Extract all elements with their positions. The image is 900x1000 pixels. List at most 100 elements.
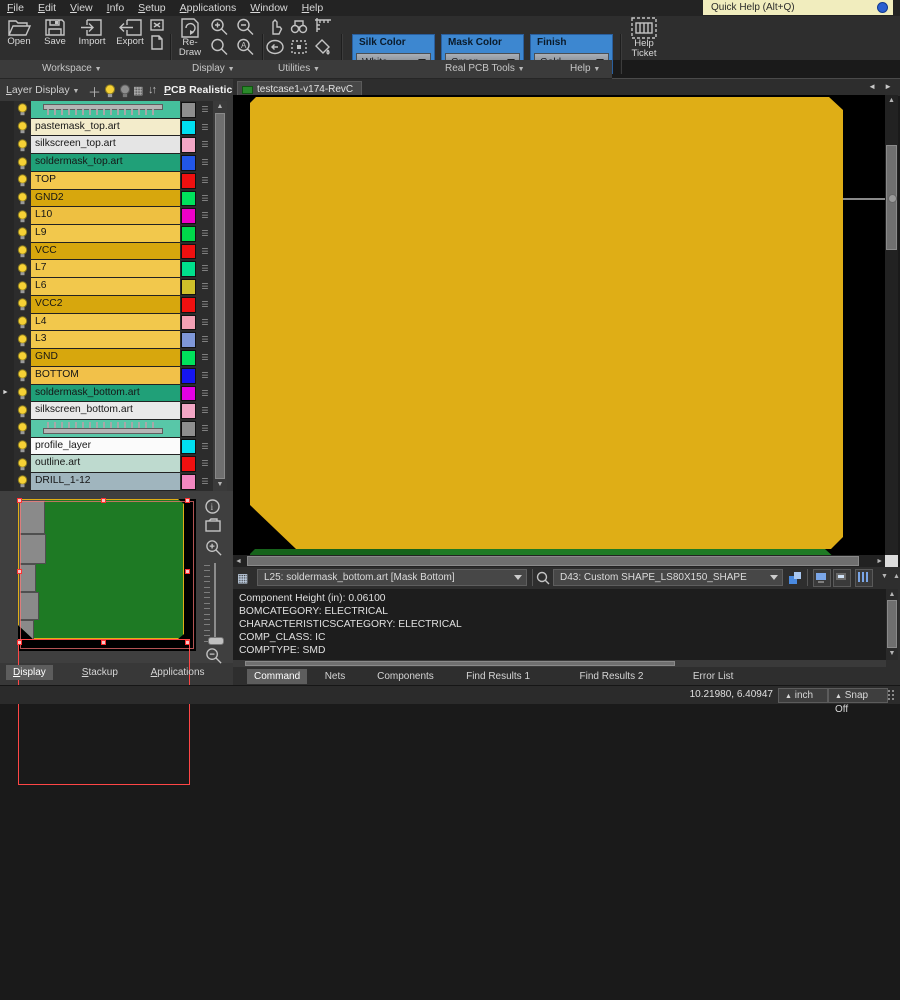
layer-row-pastemask_top.art[interactable]: pastemask_top.art☰ — [0, 119, 213, 137]
menu-info[interactable]: Info — [100, 2, 132, 14]
layer-name[interactable]: L10 — [31, 207, 180, 225]
layer-row-L4[interactable]: L4 ☰ — [0, 314, 213, 332]
layer-name[interactable]: L4 — [31, 314, 180, 332]
shape-edit-icon[interactable] — [787, 570, 803, 586]
layer-color-chip[interactable] — [181, 120, 196, 136]
layer-options-icon[interactable]: ☰ — [197, 207, 213, 225]
scrollbar-thumb[interactable] — [887, 600, 897, 648]
layer-name[interactable]: L6 — [31, 278, 180, 296]
layer-color-chip[interactable] — [181, 421, 196, 437]
statusbar-grip[interactable] — [888, 690, 890, 692]
active-shape-dropdown[interactable]: D43: Custom SHAPE_LS80X150_SHAPE — [553, 569, 783, 586]
layer-row-graphic-top[interactable]: ☰ — [0, 101, 213, 119]
panel-collapse-icon[interactable]: ▼ — [881, 573, 888, 580]
layer-options-icon[interactable]: ☰ — [197, 314, 213, 332]
selection-handle[interactable] — [101, 640, 106, 645]
layer-row-outline.art[interactable]: outline.art ☰ — [0, 455, 213, 473]
scroll-down-icon[interactable]: ▼ — [213, 480, 227, 490]
layer-options-icon[interactable]: ☰ — [197, 119, 213, 137]
layer-name[interactable]: soldermask_bottom.art — [31, 385, 180, 403]
layer-color-chip[interactable] — [181, 439, 196, 455]
layer-color-chip[interactable] — [181, 297, 196, 313]
layer-row-silkscreen_top.art[interactable]: silkscreen_top.art☰ — [0, 136, 213, 154]
layer-list-scrollbar[interactable]: ▲ ▼ — [213, 101, 227, 491]
layer-color-chip[interactable] — [181, 208, 196, 224]
layer-options-icon[interactable]: ☰ — [197, 154, 213, 172]
layer-visibility-bulb-icon[interactable] — [14, 101, 31, 119]
layer-options-icon[interactable]: ☰ — [197, 473, 213, 491]
layer-name[interactable]: silkscreen_bottom.art — [31, 402, 180, 420]
layer-color-chip[interactable] — [181, 368, 196, 384]
menu-setup[interactable]: Setup — [131, 2, 172, 14]
select-button[interactable] — [266, 18, 288, 36]
layer-visibility-bulb-icon[interactable] — [14, 331, 31, 349]
layer-row-L3[interactable]: L3☰ — [0, 331, 213, 349]
layer-options-icon[interactable]: ☰ — [197, 190, 213, 208]
console-tab-find-results-2[interactable]: Find Results 2 — [573, 669, 651, 684]
layer-options-icon[interactable]: ☰ — [197, 331, 213, 349]
layer-name[interactable] — [31, 101, 180, 119]
layer-color-chip[interactable] — [181, 173, 196, 189]
canvas-vertical-scrollbar[interactable]: ▲ — [885, 95, 898, 555]
export-button[interactable]: Export — [112, 18, 148, 47]
layer-options-icon[interactable]: ☰ — [197, 455, 213, 473]
layer-options-icon[interactable]: ☰ — [197, 438, 213, 456]
menu-applications[interactable]: Applications — [173, 2, 244, 14]
fill-button[interactable] — [314, 38, 336, 56]
layer-name[interactable]: outline.art — [31, 455, 180, 473]
layer-name[interactable]: profile_layer — [31, 438, 180, 456]
help-ticket-button[interactable]: Help Ticket — [624, 17, 664, 59]
layer-color-chip[interactable] — [181, 155, 196, 171]
layer-row-VCC2[interactable]: VCC2☰ — [0, 296, 213, 314]
import-button[interactable]: Import — [74, 18, 110, 47]
thumbnail-view-rect[interactable] — [18, 639, 190, 785]
menu-view[interactable]: View — [63, 2, 100, 14]
console-tab-nets[interactable]: Nets — [318, 669, 353, 684]
left-tab-stackup[interactable]: Stackup — [75, 665, 125, 680]
zoom-slider-thumb[interactable] — [208, 637, 224, 645]
layer-row-soldermask_bottom.art[interactable]: ►soldermask_bottom.art☰ — [0, 385, 213, 403]
layer-visibility-bulb-icon[interactable] — [14, 367, 31, 385]
layer-row-VCC[interactable]: VCC☰ — [0, 243, 213, 261]
redraw-button[interactable]: Re-Draw — [174, 18, 206, 58]
scrollbar-thumb[interactable] — [245, 661, 675, 666]
layer-options-icon[interactable]: ☰ — [197, 172, 213, 190]
layer-row-silkscreen_bottom.art[interactable]: silkscreen_bottom.art☰ — [0, 402, 213, 420]
layer-visibility-bulb-icon[interactable] — [14, 296, 31, 314]
scrollbar-thumb[interactable] — [215, 113, 225, 479]
layer-color-chip[interactable] — [181, 226, 196, 242]
new-drawing-button[interactable] — [151, 35, 165, 51]
selection-handle[interactable] — [185, 569, 190, 574]
layer-row-graphic-bottom[interactable]: ☰ — [0, 420, 213, 438]
display-group-label[interactable]: Display ▼ — [192, 63, 235, 74]
find-button[interactable] — [290, 18, 312, 36]
layer-row-L9[interactable]: L9☰ — [0, 225, 213, 243]
layer-color-chip[interactable] — [181, 191, 196, 207]
layer-visibility-bulb-icon[interactable] — [14, 243, 31, 261]
layer-visibility-bulb-icon[interactable] — [14, 260, 31, 278]
quick-help-bar[interactable]: Quick Help (Alt+Q) — [703, 0, 893, 15]
add-layer-icon[interactable]: ＋ — [88, 82, 101, 101]
layer-name[interactable]: VCC2 — [31, 296, 180, 314]
layer-options-icon[interactable]: ☰ — [197, 225, 213, 243]
layer-row-L7[interactable]: L7☰ — [0, 260, 213, 278]
layer-row-L6[interactable]: L6☰ — [0, 278, 213, 296]
layer-visibility-bulb-icon[interactable] — [14, 278, 31, 296]
info-icon[interactable]: i — [205, 499, 220, 514]
layer-row-DRILL_1-12[interactable]: DRILL_1-12☰ — [0, 473, 213, 491]
layer-color-chip[interactable] — [181, 315, 196, 331]
layer-color-chip[interactable] — [181, 137, 196, 153]
layer-options-icon[interactable]: ☰ — [197, 136, 213, 154]
scrollbar-thumb[interactable] — [247, 556, 859, 566]
console-option-button-2[interactable] — [833, 569, 851, 587]
zoom-out-button[interactable] — [236, 18, 258, 36]
layer-row-profile_layer[interactable]: profile_layer ☰ — [0, 438, 213, 456]
layer-visibility-bulb-icon[interactable] — [14, 385, 31, 403]
menu-help[interactable]: Help — [295, 2, 331, 14]
quick-help-globe-icon[interactable] — [877, 2, 888, 13]
console-option-button-3[interactable] — [855, 569, 873, 587]
canvas-horizontal-scrollbar[interactable]: ◄ ► — [233, 555, 885, 567]
layer-name[interactable] — [31, 420, 180, 438]
console-tab-components[interactable]: Components — [370, 669, 441, 684]
scroll-up-icon[interactable]: ▲ — [213, 102, 227, 112]
